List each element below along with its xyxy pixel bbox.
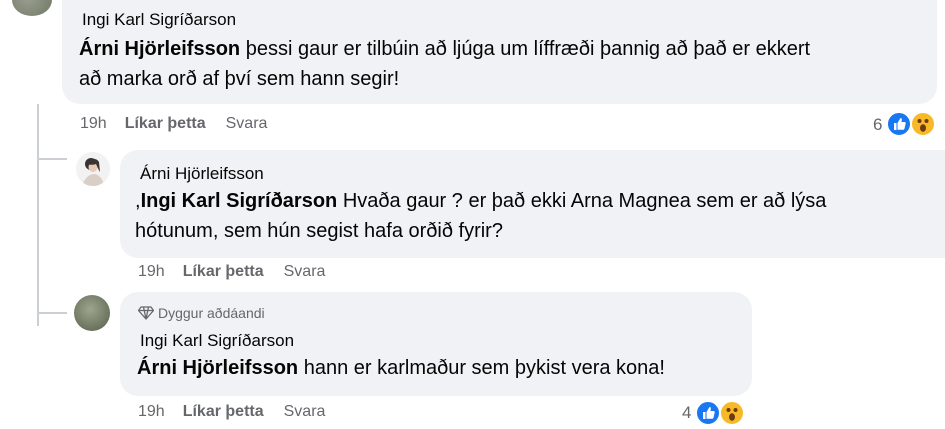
comment-text: Árni Hjörleifsson hann er karlmaður sem …: [137, 353, 747, 383]
comment-author[interactable]: Ingi Karl Sigríðarson: [140, 331, 294, 351]
comment-text: Árni Hjörleifsson þessi gaur er tilbúin …: [79, 34, 929, 94]
mention-link[interactable]: Árni Hjörleifsson: [137, 357, 298, 379]
like-icon: [886, 111, 912, 137]
comment-text: ,Ingi Karl Sigríðarson Hvaða gaur ? er þ…: [135, 186, 940, 246]
comment-bubble: Dyggur aðdáandi Ingi Karl Sigríðarson Ár…: [120, 292, 752, 396]
comment-text-line1: Hvaða gaur ? er það ekki Arna Magnea sem…: [337, 190, 827, 212]
like-button[interactable]: Líkar þetta: [125, 115, 206, 132]
like-button[interactable]: Líkar þetta: [183, 403, 264, 420]
wow-icon: [719, 400, 745, 426]
fan-badge-label: Dyggur aðdáandi: [158, 305, 265, 321]
thread-line-main: [37, 104, 39, 326]
comment-timestamp[interactable]: 19h: [138, 263, 165, 280]
fan-badge: Dyggur aðdáandi: [137, 305, 265, 323]
avatar[interactable]: [12, 0, 52, 16]
wow-icon: [910, 111, 936, 137]
mention-link[interactable]: Ingi Karl Sigríðarson: [141, 190, 338, 212]
reply-button[interactable]: Svara: [284, 263, 326, 280]
avatar[interactable]: [76, 152, 110, 186]
comment-text-line2: að marka orð af því sem hann segir!: [79, 68, 400, 90]
thread-line-branch-2: [37, 312, 67, 314]
comment-text-line2: hótunum, sem hún segist hafa orðið fyrir…: [135, 220, 503, 242]
comment-author[interactable]: Ingi Karl Sigríðarson: [82, 10, 236, 30]
reaction-count[interactable]: 6: [873, 115, 882, 135]
thread-line-branch-1: [37, 158, 67, 160]
comment-bubble: Ingi Karl Sigríðarson Árni Hjörleifsson …: [62, 0, 937, 104]
reply-button[interactable]: Svara: [284, 403, 326, 420]
like-icon: [695, 400, 721, 426]
like-button[interactable]: Líkar þetta: [183, 263, 264, 280]
reply-button[interactable]: Svara: [226, 115, 268, 132]
comment-actions: 19h Líkar þetta Svara: [138, 263, 325, 281]
comment-timestamp[interactable]: 19h: [80, 115, 107, 132]
diamond-badge-icon: [137, 306, 155, 323]
comment-actions: 19h Líkar þetta Svara: [138, 403, 325, 421]
comment-author[interactable]: Árni Hjörleifsson: [140, 164, 264, 184]
comment-text-line1: þessi gaur er tilbúin að ljúga um líffræ…: [240, 38, 811, 60]
comment-text-line1: hann er karlmaður sem þykist vera kona!: [298, 357, 665, 379]
comment-bubble: Árni Hjörleifsson ,Ingi Karl Sigríðarson…: [120, 150, 945, 258]
reaction-count[interactable]: 4: [682, 403, 691, 423]
mention-link[interactable]: Árni Hjörleifsson: [79, 38, 240, 60]
avatar[interactable]: [74, 295, 110, 331]
comment-timestamp[interactable]: 19h: [138, 403, 165, 420]
comment-actions: 19h Líkar þetta Svara: [80, 115, 267, 133]
